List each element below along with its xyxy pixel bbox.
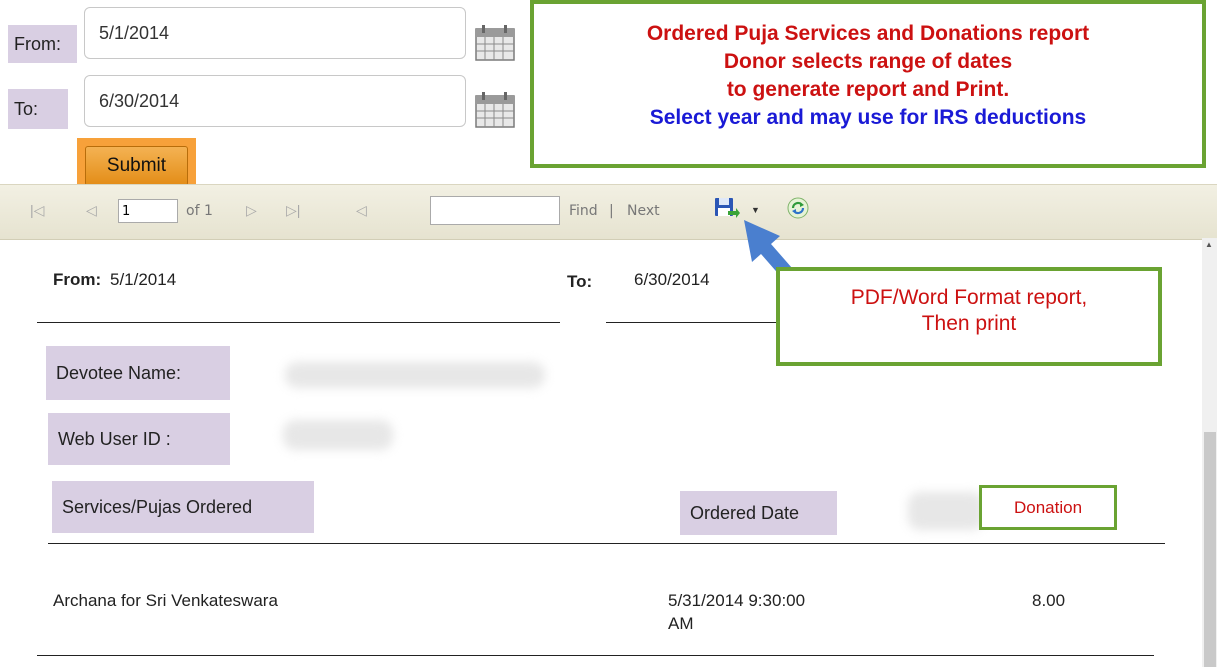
first-page-icon[interactable]: |◁ (30, 202, 44, 219)
export-callout-line-1: PDF/Word Format report, (850, 286, 1088, 309)
page-number-input[interactable] (118, 199, 178, 223)
calendar-icon[interactable] (474, 24, 516, 62)
table-row-divider (37, 655, 1154, 656)
from-label: From: (8, 25, 77, 63)
calendar-icon[interactable] (474, 91, 516, 129)
callout-line-3: to generate report and Print. (726, 78, 1010, 101)
web-user-id-label: Web User ID : (48, 413, 230, 465)
from-underline (37, 322, 560, 323)
callout-line-4: Select year and may use for IRS deductio… (649, 106, 1087, 129)
page-count: of 1 (186, 203, 213, 219)
table-header-divider (48, 543, 1165, 544)
next-page-icon[interactable]: ▷ (246, 202, 257, 219)
donation-amount-cell: 8.00 (1032, 591, 1066, 610)
next-link[interactable]: Next (627, 203, 660, 219)
donation-column-header: Donation (979, 485, 1117, 530)
ordered-date-column-header: Ordered Date (680, 491, 837, 535)
scrollbar-thumb[interactable] (1204, 432, 1216, 667)
web-user-id-value-redacted (283, 420, 393, 450)
ordered-date-cell-line-1: 5/31/2014 9:30:00 (668, 591, 806, 610)
submit-button[interactable]: Submit (85, 146, 188, 186)
back-icon[interactable]: ◁ (356, 202, 367, 219)
column-header-redacted (908, 492, 984, 530)
report-to-value: 6/30/2014 (634, 270, 710, 289)
export-callout: PDF/Word Format report, Then print (776, 267, 1162, 366)
to-label: To: (8, 89, 68, 129)
to-underline (606, 322, 801, 323)
save-export-icon[interactable] (714, 196, 740, 225)
devotee-name-value-redacted (285, 362, 545, 388)
find-separator: | (609, 203, 614, 219)
donation-header-text: Donation (1013, 497, 1083, 517)
callout-line-1: Ordered Puja Services and Donations repo… (646, 22, 1090, 45)
callout-line-2: Donor selects range of dates (723, 50, 1013, 73)
devotee-name-label: Devotee Name: (46, 346, 230, 400)
last-page-icon[interactable]: ▷| (286, 202, 300, 219)
to-date-input[interactable] (84, 75, 466, 127)
find-link[interactable]: Find (569, 203, 598, 219)
report-description-callout: Ordered Puja Services and Donations repo… (530, 0, 1206, 168)
prev-page-icon[interactable]: ◁ (86, 202, 97, 219)
scroll-up-icon[interactable]: ▲ (1205, 240, 1213, 249)
services-column-header: Services/Pujas Ordered (52, 481, 314, 533)
service-cell: Archana for Sri Venkateswara (53, 591, 278, 610)
ordered-date-cell-line-2: AM (668, 614, 694, 633)
export-callout-line-2: Then print (921, 312, 1017, 335)
find-input[interactable] (430, 196, 560, 225)
from-date-input[interactable] (84, 7, 466, 59)
report-from-value: 5/1/2014 (110, 270, 177, 289)
report-to-label: To: (567, 272, 593, 291)
report-from-label: From: (53, 270, 102, 289)
